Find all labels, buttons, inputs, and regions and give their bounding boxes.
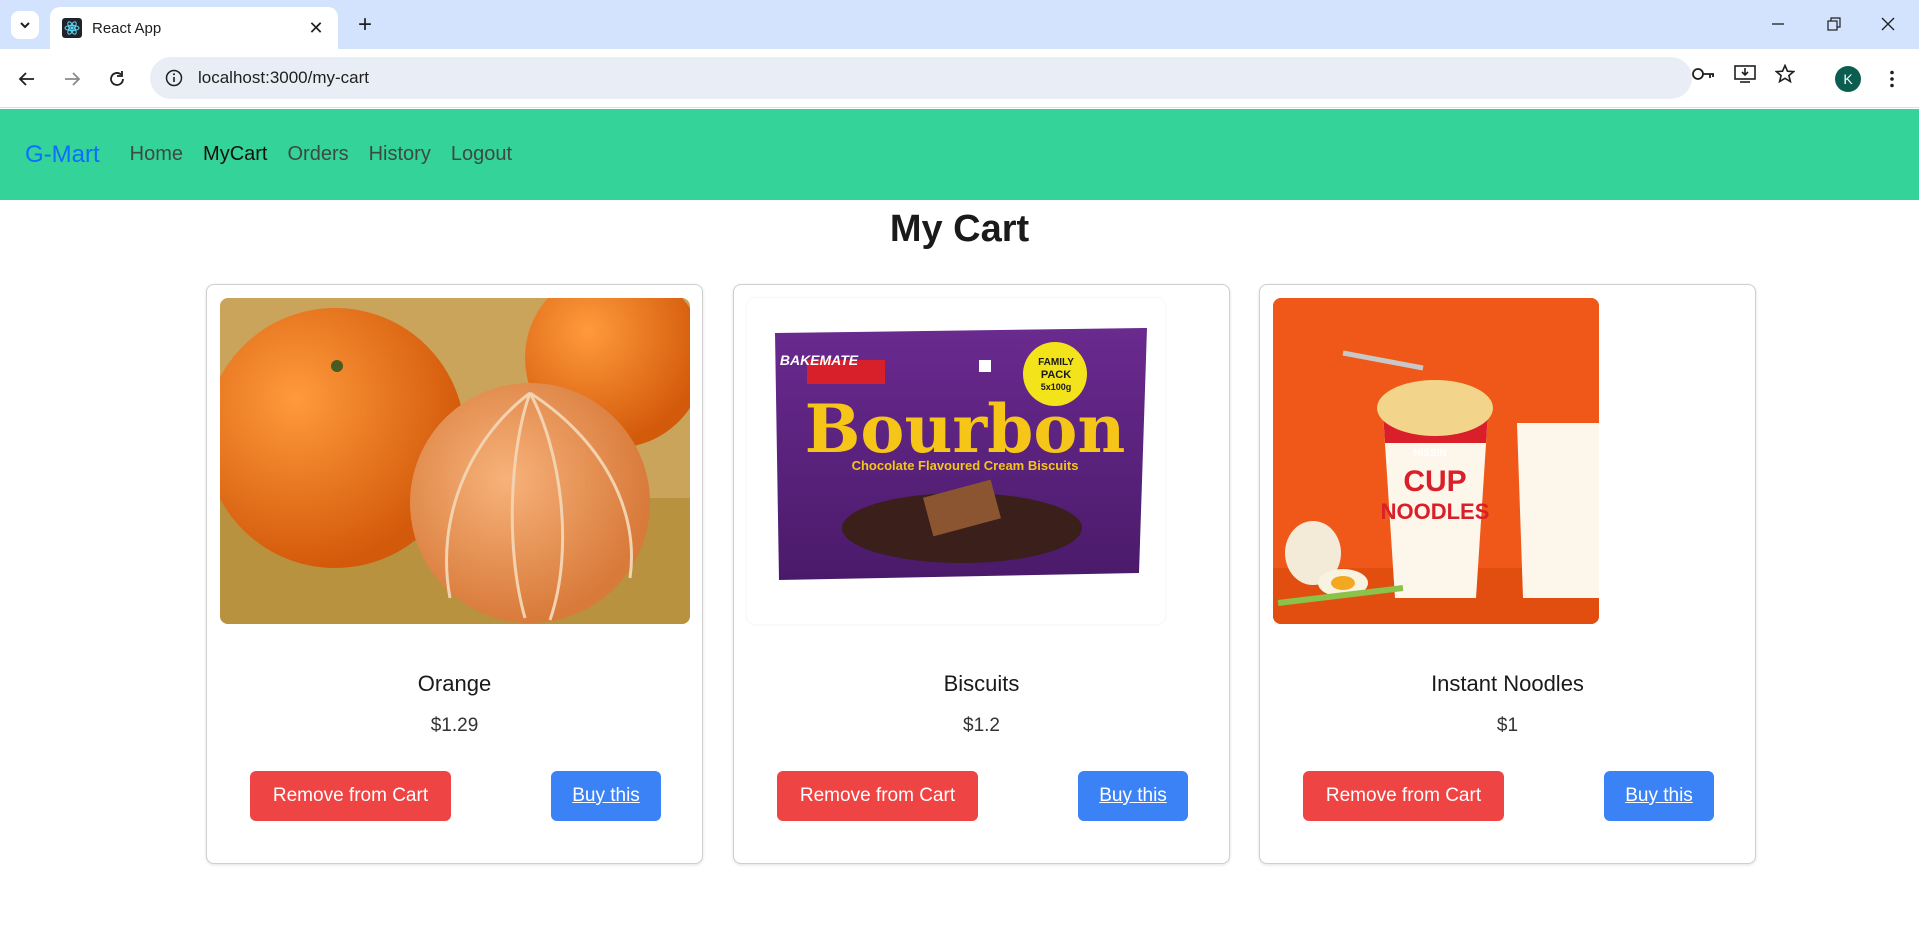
profile-avatar[interactable]: K [1835,66,1861,92]
cart-item-card: Orange $1.29 Remove from Cart Buy this [206,284,703,864]
buy-this-button[interactable]: Buy this [551,771,661,821]
package-subtitle-text: Chocolate Flavoured Cream Biscuits [851,458,1079,473]
chevron-down-icon [20,22,30,29]
remove-from-cart-button[interactable]: Remove from Cart [250,771,451,821]
product-price: $1 [1496,715,1519,736]
minimize-window-button[interactable] [1760,10,1796,38]
package-badge-line3: 5x100g [1040,382,1072,392]
tab-search-button[interactable] [11,11,39,39]
url-text: localhost:3000/my-cart [198,68,370,87]
product-image-orange [220,298,690,624]
package-line2-text: NOODLES [1380,499,1490,524]
product-price: $1.29 [430,715,479,736]
nav-link-home[interactable]: Home [130,143,183,166]
arrow-right-icon [65,72,81,86]
arrow-left-icon [18,72,34,86]
brand-logo-link[interactable]: G-Mart [25,141,100,169]
reload-button[interactable] [103,65,131,93]
buy-this-button[interactable]: Buy this [1078,771,1188,821]
password-key-icon[interactable] [1690,60,1718,88]
site-info-icon[interactable] [164,68,184,88]
package-badge-line1: FAMILY [1038,357,1074,368]
forward-button[interactable] [58,65,86,93]
package-brand-text: BAKEMATE [779,352,859,368]
reload-icon [110,71,124,86]
restore-icon [1827,17,1841,31]
remove-from-cart-button[interactable]: Remove from Cart [777,771,978,821]
app-navbar: G-Mart Home MyCart Orders History Logout [0,109,1919,200]
nav-link-logout[interactable]: Logout [451,143,512,166]
nav-link-mycart[interactable]: MyCart [203,143,267,166]
package-brand-text: NISSIN [1413,448,1447,459]
browser-toolbar: localhost:3000/my-cart K [0,49,1919,108]
package-line1-text: CUP [1403,465,1467,498]
address-bar[interactable]: localhost:3000/my-cart [150,57,1692,99]
product-price: $1.2 [963,715,1000,736]
restore-window-button[interactable] [1816,10,1852,38]
package-badge-line2: PACK [1040,369,1072,381]
browser-menu-button[interactable] [1882,66,1902,92]
buy-this-button[interactable]: Buy this [1604,771,1714,821]
browser-tab[interactable]: React App ✕ [50,7,338,49]
close-tab-icon[interactable]: ✕ [306,18,326,38]
nav-link-orders[interactable]: Orders [287,143,348,166]
page-title: My Cart [889,208,1030,250]
browser-tab-strip: React App ✕ + [0,0,1919,49]
bookmark-star-icon[interactable] [1771,60,1799,88]
minimize-icon [1772,23,1784,25]
product-name: Biscuits [943,671,1020,696]
close-window-button[interactable] [1870,10,1906,38]
react-logo-icon [62,18,82,38]
remove-from-cart-button[interactable]: Remove from Cart [1303,771,1504,821]
close-icon [1881,17,1895,31]
product-name: Instant Noodles [1431,671,1584,696]
install-app-icon[interactable] [1731,60,1759,88]
package-product-text: Bourbon [804,390,1126,468]
nav-link-history[interactable]: History [369,143,431,166]
more-vertical-icon [1890,70,1894,88]
product-name: Orange [417,671,492,696]
cart-item-card: BAKEMATE Bourbon Chocolate Flavoured Cre… [733,284,1230,864]
new-tab-button[interactable]: + [352,11,378,38]
cart-item-card: NISSIN CUP NOODLES Instant Noodles $1 Re… [1259,284,1756,864]
tab-title: React App [92,19,162,37]
back-button[interactable] [13,65,41,93]
product-image-instant-noodles [1273,298,1599,624]
